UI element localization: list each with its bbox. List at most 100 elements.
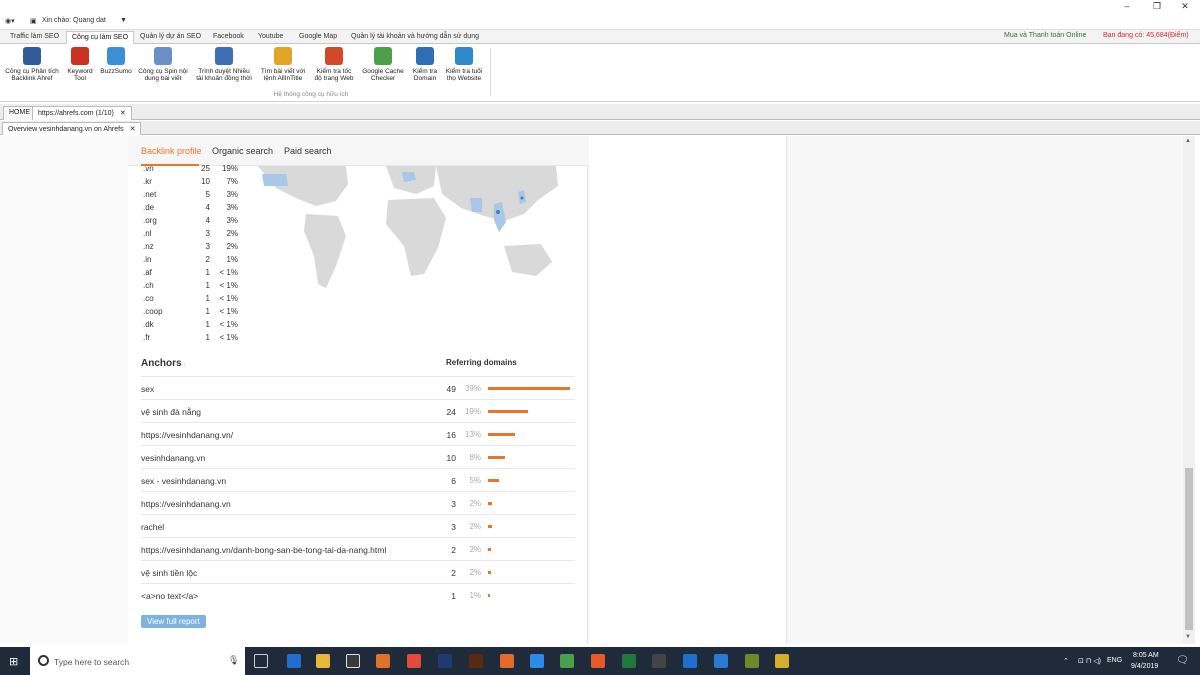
scroll-down-icon[interactable]: ▼ xyxy=(1185,634,1191,640)
vertical-scrollbar[interactable]: ▲ ▼ xyxy=(1183,136,1195,644)
notification-icon[interactable]: 🗨 xyxy=(1176,655,1189,666)
microphone-icon[interactable]: 🎙 xyxy=(228,655,239,666)
tld-name[interactable]: .nl xyxy=(143,229,151,238)
ribbon-divider xyxy=(490,48,491,96)
photoshop-icon[interactable] xyxy=(438,654,452,668)
ribbon-button-3[interactable]: Công cụ Spin nội dung bài viết xyxy=(135,47,191,82)
app-blue-icon[interactable] xyxy=(683,654,697,668)
tab-organic-search[interactable]: Organic search xyxy=(212,146,273,156)
anchor-text[interactable]: sex - vesinhdanang.vn xyxy=(141,476,226,486)
buy-online-link[interactable]: Mua và Thanh toán Online xyxy=(1004,32,1086,39)
ribbon-button-8[interactable]: Kiểm tra Domain xyxy=(410,47,440,82)
tld-name[interactable]: .ch xyxy=(143,281,154,290)
tld-name[interactable]: .de xyxy=(143,203,154,212)
windows-start-icon[interactable]: ⊞ xyxy=(9,655,18,668)
tld-name[interactable]: .org xyxy=(143,216,157,225)
anchor-text[interactable]: vệ sinh đà nẵng xyxy=(141,407,201,417)
ribbon-tab-3[interactable]: Facebook xyxy=(208,31,249,44)
ribbon-tab-5[interactable]: Google Map xyxy=(294,31,342,44)
anchor-text[interactable]: https://vesinhdanang.vn/ xyxy=(141,430,233,440)
chrome-icon[interactable] xyxy=(407,654,421,668)
ribbon-tab-0[interactable]: Traffic làm SEO xyxy=(5,31,64,44)
scrollbar-thumb[interactable] xyxy=(1185,468,1193,630)
excel-icon[interactable] xyxy=(622,654,636,668)
chevron-down-icon[interactable]: ▼ xyxy=(120,17,127,24)
ribbon-button-1[interactable]: Keyword Tool xyxy=(63,47,97,82)
ribbon-button-5[interactable]: Tìm bài viết với lệnh AllInTitle xyxy=(258,47,308,82)
ribbon-button-label-2: Domain xyxy=(413,75,437,82)
tld-name[interactable]: .vn xyxy=(143,164,154,173)
tld-name[interactable]: .dk xyxy=(143,320,154,329)
ribbon-button-label-2: Checker xyxy=(370,75,396,82)
tld-name[interactable]: .net xyxy=(143,190,156,199)
edge-icon[interactable] xyxy=(287,654,301,668)
tab-backlink-profile[interactable]: Backlink profile xyxy=(141,146,202,156)
tld-name[interactable]: .fr xyxy=(143,333,150,342)
ribbon-button-6[interactable]: Kiểm tra tốc độ trang Web xyxy=(311,47,357,82)
map-highlight-india xyxy=(470,198,482,212)
anchor-text[interactable]: https://vesinhdanang.vn/danh-bong-san-be… xyxy=(141,545,386,555)
clock-date[interactable]: 9/4/2019 xyxy=(1131,663,1158,670)
ribbon-button-7[interactable]: Google Cache Checker xyxy=(360,47,406,82)
tray-network-icon[interactable]: ⊡ ⊓ ◁) xyxy=(1078,657,1101,665)
anchor-share-bar xyxy=(488,433,516,436)
close-icon[interactable]: ✕ xyxy=(120,110,126,117)
tld-name[interactable]: .kr xyxy=(143,177,152,186)
tld-name[interactable]: .coop xyxy=(143,307,163,316)
app-yellow-icon[interactable] xyxy=(775,654,789,668)
ribbon-tab-1[interactable]: Công cụ làm SEO xyxy=(66,31,135,44)
sublime-icon[interactable] xyxy=(376,654,390,668)
xampp-icon[interactable] xyxy=(500,654,514,668)
points-balance: Bạn đang có: 45,684(Điểm) xyxy=(1103,32,1189,39)
tab-ahrefs[interactable]: https://ahrefs.com (1/10) ✕ xyxy=(32,106,132,120)
tab-overview[interactable]: Overview vesinhdanang.vn on Ahrefs ✕ xyxy=(2,122,142,135)
minimize-button[interactable]: – xyxy=(1112,1,1142,11)
input-language[interactable]: ENG xyxy=(1107,657,1122,664)
illustrator-icon[interactable] xyxy=(469,654,483,668)
task-view-icon[interactable] xyxy=(254,654,268,668)
app-circle-icon[interactable] xyxy=(652,654,666,668)
store-icon[interactable] xyxy=(346,654,360,668)
firefox-icon[interactable] xyxy=(591,654,605,668)
close-icon[interactable]: ✕ xyxy=(130,126,136,133)
zalo-icon[interactable] xyxy=(530,654,544,668)
app-green-icon[interactable] xyxy=(560,654,574,668)
eye-icon[interactable]: ◉▾ xyxy=(5,17,15,25)
anchor-text[interactable]: rachel xyxy=(141,522,164,532)
ribbon-button-4[interactable]: Trình duyệt Nhiều tài khoản đồng thời xyxy=(193,47,255,82)
anchor-text[interactable]: https://vesinhdanang.vn xyxy=(141,499,231,509)
anchor-text[interactable]: <a>no text</a> xyxy=(141,591,198,601)
ribbon-button-9[interactable]: Kiểm tra tuổi thọ Website xyxy=(441,47,487,82)
teamviewer-icon[interactable] xyxy=(714,654,728,668)
tab-paid-search[interactable]: Paid search xyxy=(284,146,332,156)
tld-pct: 7% xyxy=(226,177,238,186)
view-full-report-button[interactable]: View full report xyxy=(141,615,206,628)
restore-button[interactable]: ❐ xyxy=(1142,1,1172,12)
ribbon-tab-2[interactable]: Quản lý dự án SEO xyxy=(135,31,206,44)
anchor-text[interactable]: vesinhdanang.vn xyxy=(141,453,205,463)
tld-name[interactable]: .in xyxy=(143,255,151,264)
backlink-profile-panel: Backlink profile Organic search Paid sea… xyxy=(128,136,588,644)
tld-name[interactable]: .af xyxy=(143,268,152,277)
map-marker-korea xyxy=(520,196,524,200)
seo-tool-icon[interactable] xyxy=(745,654,759,668)
taskbar-search-box[interactable]: Type here to search 🎙 xyxy=(30,647,245,675)
anchor-text[interactable]: vệ sinh tiền lộc xyxy=(141,568,197,578)
tld-pct: 3% xyxy=(226,190,238,199)
tld-name[interactable]: .nz xyxy=(143,242,154,251)
sort-icon[interactable]: ↓ xyxy=(182,362,186,368)
ribbon-tab-4[interactable]: Youtube xyxy=(253,31,288,44)
ribbon-button-label: Keyword xyxy=(67,68,93,75)
anchor-count: 1 xyxy=(451,591,456,601)
tray-chevron-icon[interactable]: ⌃ xyxy=(1063,657,1069,665)
ribbon-button-2[interactable]: BuzzSumo xyxy=(99,47,133,75)
clock-time[interactable]: 8:05 AM xyxy=(1133,652,1159,659)
scroll-up-icon[interactable]: ▲ xyxy=(1185,138,1191,144)
file-explorer-icon[interactable] xyxy=(316,654,330,668)
anchor-text[interactable]: sex xyxy=(141,384,154,394)
tld-count: 1 xyxy=(205,307,210,316)
close-button[interactable]: ✕ xyxy=(1170,1,1200,12)
ribbon-button-0[interactable]: Công cụ Phân tích Backlink Ahref xyxy=(3,47,61,82)
ribbon-tab-6[interactable]: Quản lý tài khoản và hướng dẫn sử dụng xyxy=(346,31,484,44)
tld-name[interactable]: .co xyxy=(143,294,154,303)
